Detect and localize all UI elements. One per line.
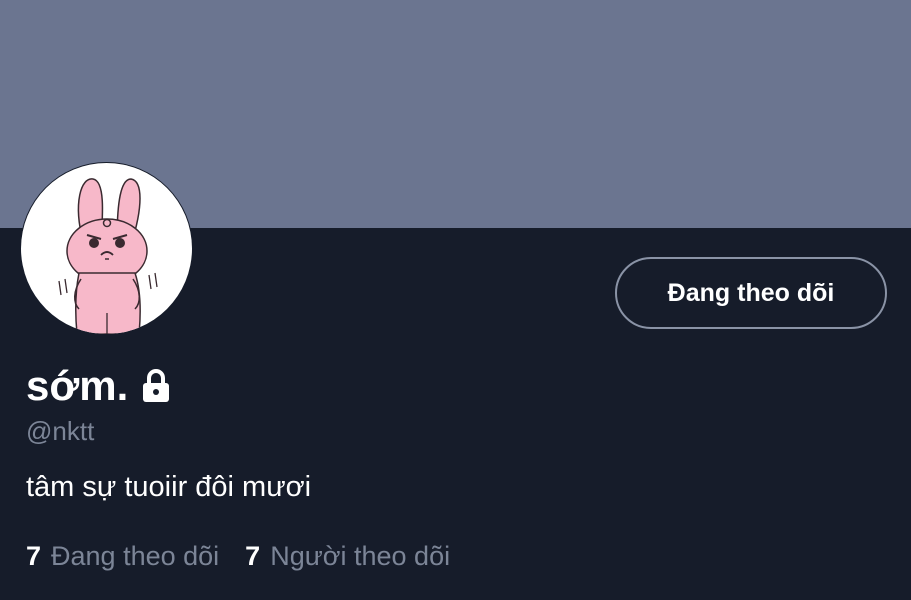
profile-bio: tâm sự tuoiir đôi mươi bbox=[26, 471, 312, 503]
profile-handle: @nktt bbox=[26, 416, 95, 446]
avatar[interactable] bbox=[21, 163, 192, 334]
pink-bunny-avatar-icon bbox=[58, 178, 158, 334]
lock-icon bbox=[140, 368, 172, 404]
display-name-row: sớm. bbox=[26, 360, 172, 412]
following-label: Đang theo dõi bbox=[51, 541, 220, 571]
following-count: 7 bbox=[26, 541, 42, 571]
following-stat-link[interactable]: 7 Đang theo dõi bbox=[26, 538, 219, 574]
following-button[interactable]: Đang theo dõi bbox=[615, 257, 887, 329]
profile-page: Đang theo dõi sớm. @nktt tâm sự tuoiir đ… bbox=[0, 0, 911, 600]
profile-stats: 7 Đang theo dõi 7 Người theo dõi bbox=[26, 538, 476, 574]
followers-stat-link[interactable]: 7 Người theo dõi bbox=[245, 538, 450, 574]
display-name: sớm. bbox=[26, 362, 129, 409]
followers-label: Người theo dõi bbox=[270, 541, 451, 571]
followers-count: 7 bbox=[245, 541, 261, 571]
